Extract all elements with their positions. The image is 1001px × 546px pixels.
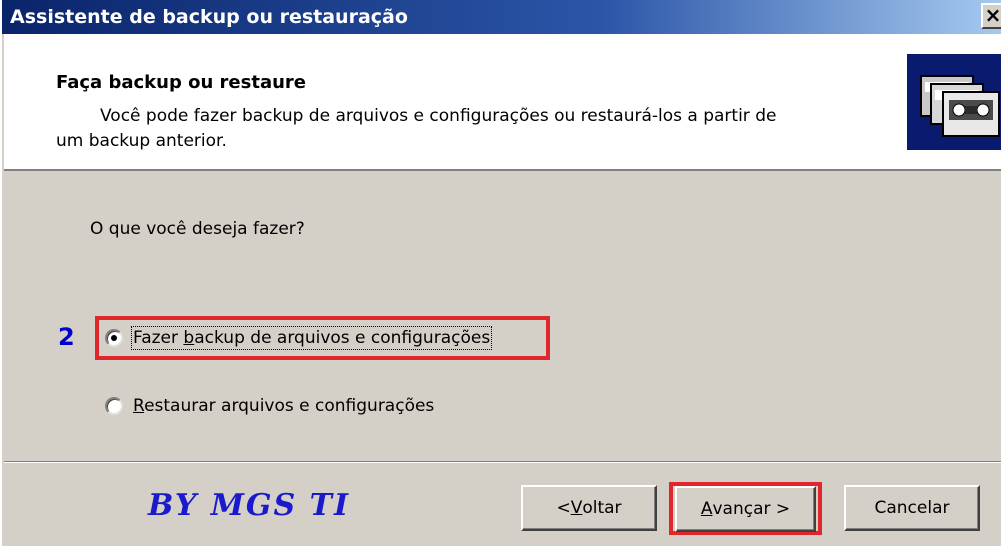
window-title: Assistente de backup ou restauração bbox=[10, 6, 408, 28]
cancel-button[interactable]: Cancelar bbox=[844, 485, 980, 531]
wizard-header: Faça backup ou restaure Você pode fazer … bbox=[4, 34, 1001, 171]
title-bar[interactable]: Assistente de backup ou restauração × bbox=[2, 0, 1001, 34]
radio-button-backup[interactable] bbox=[105, 329, 123, 347]
header-description: Você pode fazer backup de arquivos e con… bbox=[56, 104, 856, 154]
radio-option-backup[interactable]: Fazer backup de arquivos e configurações bbox=[105, 326, 493, 350]
backup-wizard-window: Assistente de backup ou restauração × Fa… bbox=[0, 0, 1001, 546]
step-number-annotation: 2 bbox=[58, 323, 75, 351]
back-button[interactable]: < Voltar bbox=[521, 485, 657, 531]
radio-button-restore[interactable] bbox=[105, 397, 123, 415]
close-icon: × bbox=[984, 3, 1001, 27]
header-title: Faça backup ou restaure bbox=[56, 72, 307, 93]
footer-separator bbox=[4, 461, 1001, 463]
header-description-line2: um backup anterior. bbox=[56, 131, 227, 151]
close-button[interactable]: × bbox=[981, 3, 1001, 29]
header-description-line1: Você pode fazer backup de arquivos e con… bbox=[100, 106, 777, 126]
backup-wizard-icon bbox=[907, 54, 1001, 150]
question-label: O que você deseja fazer? bbox=[90, 219, 305, 239]
next-button[interactable]: Avançar > bbox=[675, 486, 816, 532]
radio-option-restore[interactable]: Restaurar arquivos e configurações bbox=[105, 396, 434, 416]
radio-label-backup[interactable]: Fazer backup de arquivos e configurações bbox=[130, 326, 493, 350]
author-signature: BY MGS TI bbox=[148, 488, 350, 523]
radio-selected-dot bbox=[111, 335, 117, 341]
radio-label-restore[interactable]: Restaurar arquivos e configurações bbox=[133, 396, 434, 416]
